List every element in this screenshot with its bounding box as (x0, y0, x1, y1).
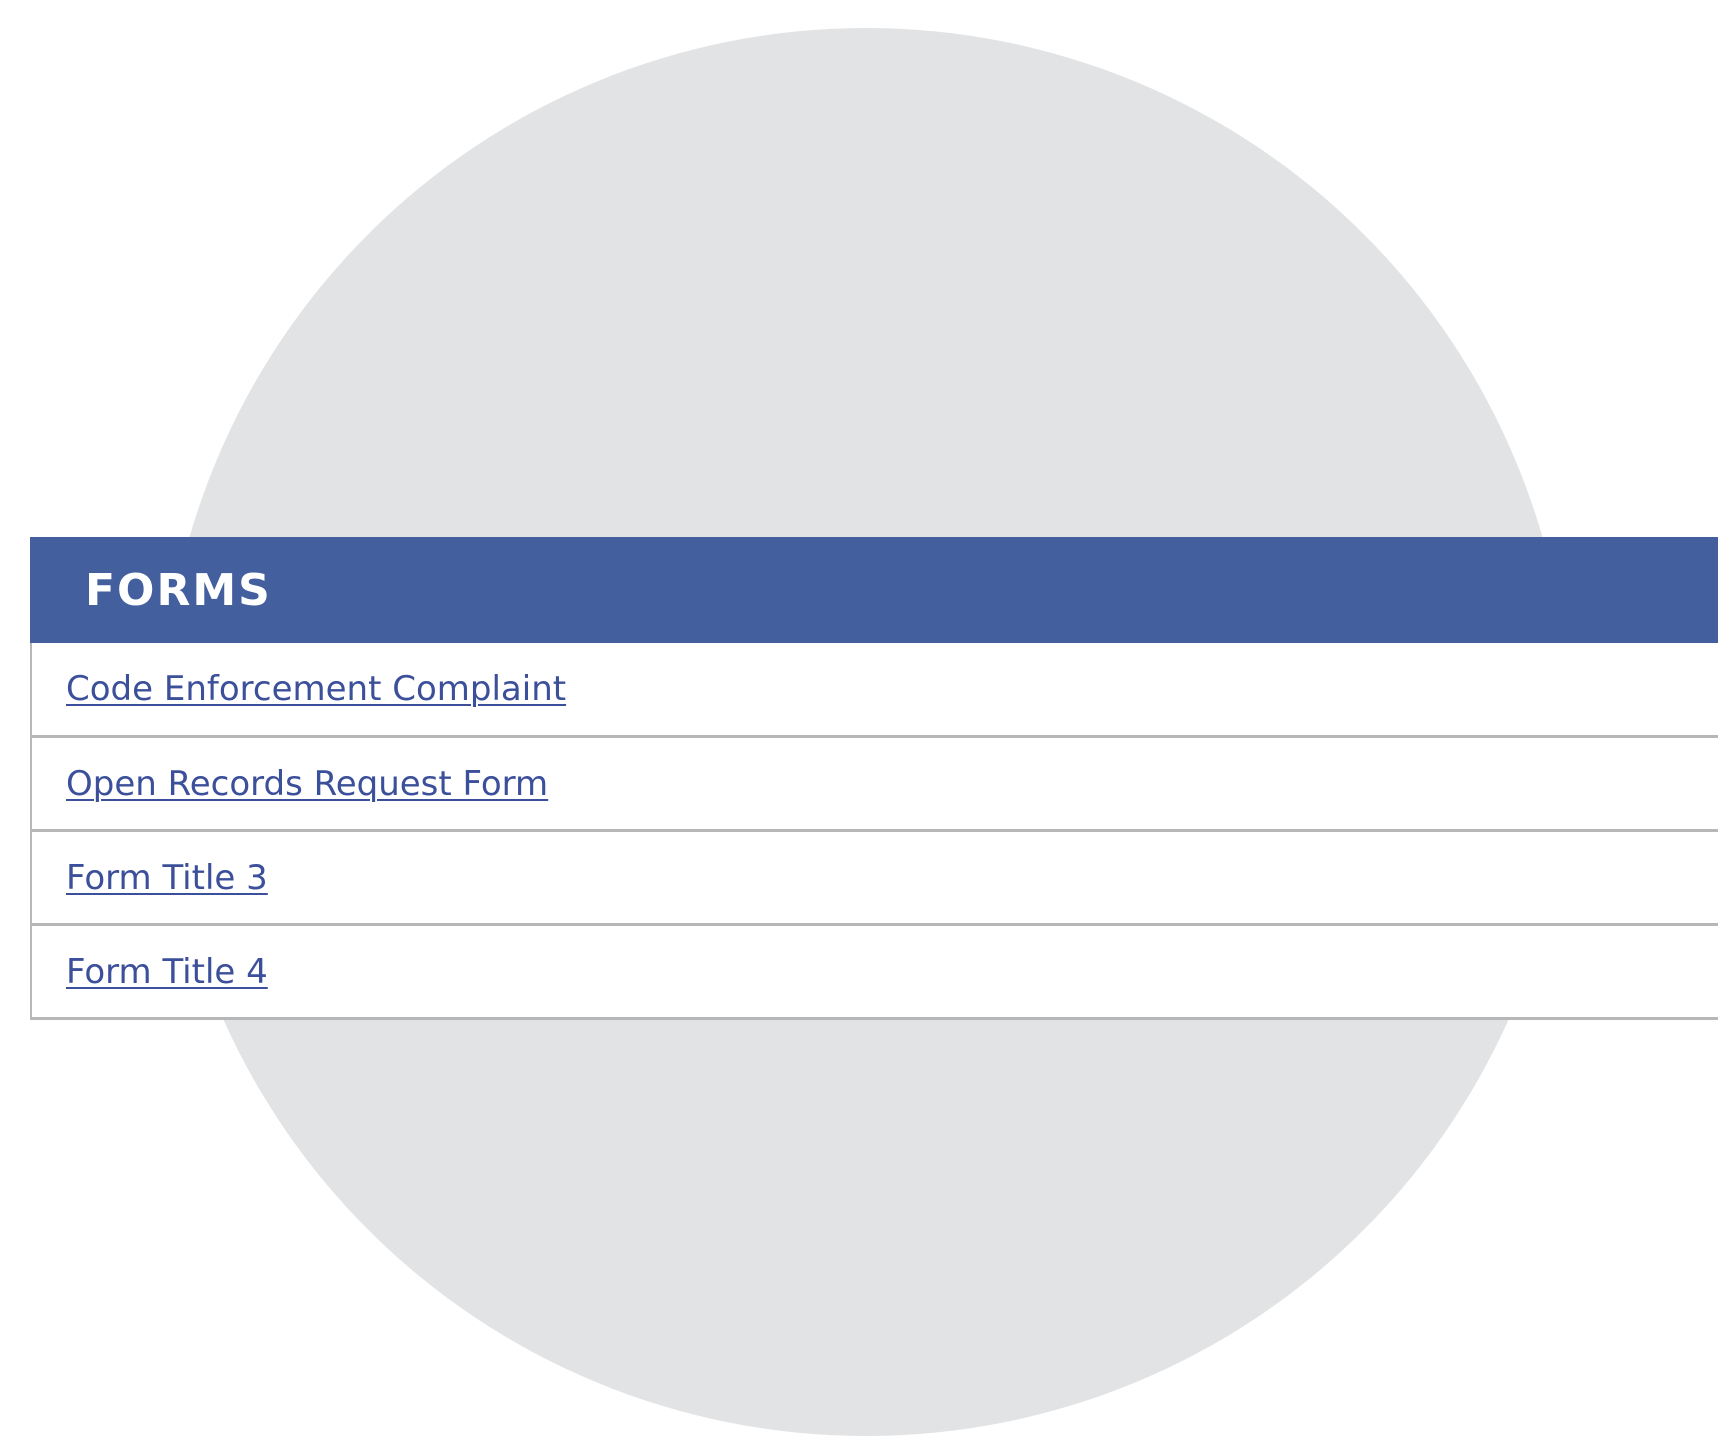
list-item: Open Records Request Form (30, 738, 1718, 832)
list-item: Form Title 4 (30, 926, 1718, 1020)
forms-list: Code Enforcement Complaint Open Records … (30, 643, 1718, 1020)
forms-header: FORMS (30, 537, 1718, 643)
forms-title: FORMS (85, 564, 272, 616)
form-link-form-title-4[interactable]: Form Title 4 (66, 952, 268, 992)
list-item: Form Title 3 (30, 832, 1718, 926)
form-link-open-records-request-form[interactable]: Open Records Request Form (66, 764, 548, 804)
page: FORMS Code Enforcement Complaint Open Re… (0, 0, 1718, 1436)
form-link-form-title-3[interactable]: Form Title 3 (66, 858, 268, 898)
form-link-code-enforcement-complaint[interactable]: Code Enforcement Complaint (66, 669, 566, 709)
forms-panel: FORMS Code Enforcement Complaint Open Re… (30, 537, 1718, 1020)
list-item: Code Enforcement Complaint (30, 643, 1718, 738)
